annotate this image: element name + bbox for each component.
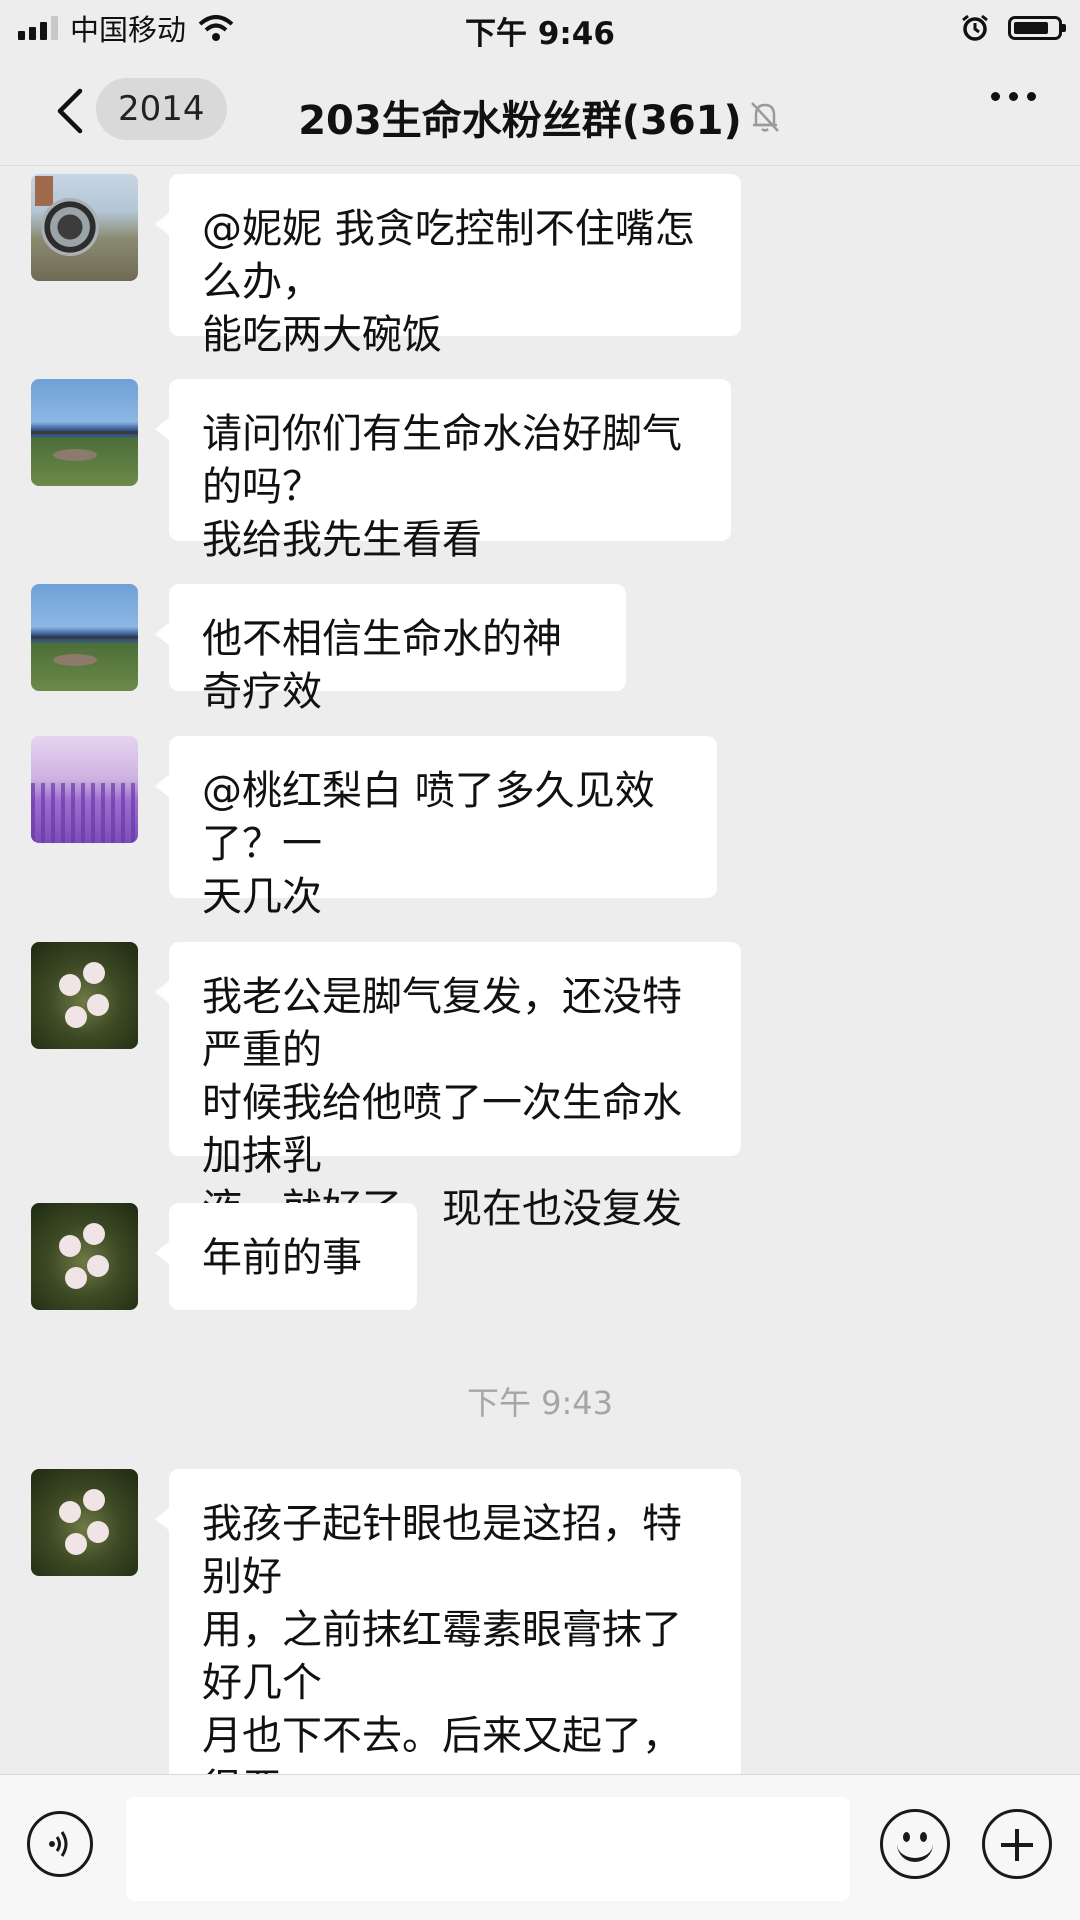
nav-bar: 2014 203生命水粉丝群(361) <box>0 56 1080 166</box>
message-bubble[interactable]: 我孩子起针眼也是这招，特别好 用，之前抹红霉素眼膏抹了好几个 月也下不去。后来又… <box>155 1469 741 1774</box>
more-icon <box>991 92 1000 101</box>
battery-icon <box>1008 16 1066 40</box>
emoji-button[interactable] <box>880 1809 950 1879</box>
chat-title: 203生命水粉丝群(361) <box>298 98 742 144</box>
emoji-icon-mouth <box>897 1842 933 1862</box>
emoji-icon <box>903 1832 910 1842</box>
avatar[interactable] <box>31 1469 138 1576</box>
alarm-icon <box>962 14 988 41</box>
message-row: 我孩子起针眼也是这招，特别好 用，之前抹红霉素眼膏抹了好几个 月也下不去。后来又… <box>31 1469 1031 1774</box>
voice-button[interactable] <box>27 1811 93 1877</box>
status-bar: 中国移动 下午 9:46 <box>0 0 1080 56</box>
bell-off-icon <box>750 102 779 132</box>
message-row: 年前的事 <box>31 1203 1031 1310</box>
avatar[interactable] <box>31 584 138 691</box>
message-bubble[interactable]: @桃红梨白 喷了多久见效了？一 天几次 <box>155 736 717 920</box>
avatar[interactable] <box>31 379 138 486</box>
chat-title-group[interactable]: 203生命水粉丝群(361) <box>0 88 1080 146</box>
emoji-icon-eye <box>920 1832 927 1842</box>
more-icon-dot <box>1009 92 1018 101</box>
avatar[interactable] <box>31 174 138 281</box>
message-row: 请问你们有生命水治好脚气的吗？ 我给我先生看看 <box>31 379 1031 563</box>
status-right <box>960 10 1066 46</box>
message-bubble[interactable]: 请问你们有生命水治好脚气的吗？ 我给我先生看看 <box>155 379 731 563</box>
avatar[interactable] <box>31 942 138 1049</box>
more-icon-dot <box>1027 92 1036 101</box>
message-bubble[interactable]: 他不相信生命水的神奇疗效 <box>155 584 626 715</box>
message-bubble[interactable]: 我老公是脚气复发，还没特严重的 时候我给他喷了一次生命水加抹乳 液，就好了，现在… <box>155 942 741 1285</box>
status-time: 下午 9:46 <box>465 16 615 52</box>
input-bar <box>0 1774 1080 1920</box>
message-bubble[interactable]: @妮妮 我贪吃控制不住嘴怎么办， 能吃两大碗饭 <box>155 174 741 358</box>
message-timestamp: 下午 9:43 <box>466 1384 614 1422</box>
avatar[interactable] <box>31 1203 138 1310</box>
message-row: 我老公是脚气复发，还没特严重的 时候我给他喷了一次生命水加抹乳 液，就好了，现在… <box>31 942 1031 1285</box>
more-button[interactable] <box>991 92 1036 101</box>
message-input[interactable] <box>126 1797 850 1901</box>
chat-messages[interactable]: @妮妮 我贪吃控制不住嘴怎么办， 能吃两大碗饭 请问你们有生命水治好脚气的吗？ … <box>0 166 1080 1774</box>
message-row: @桃红梨白 喷了多久见效了？一 天几次 <box>31 736 1031 920</box>
plus-button[interactable] <box>982 1809 1052 1879</box>
voice-icon <box>49 1831 68 1857</box>
message-bubble[interactable]: 年前的事 <box>155 1203 417 1310</box>
avatar[interactable] <box>31 736 138 843</box>
message-row: @妮妮 我贪吃控制不住嘴怎么办， 能吃两大碗饭 <box>31 174 1031 358</box>
message-row: 他不相信生命水的神奇疗效 <box>31 584 1031 715</box>
